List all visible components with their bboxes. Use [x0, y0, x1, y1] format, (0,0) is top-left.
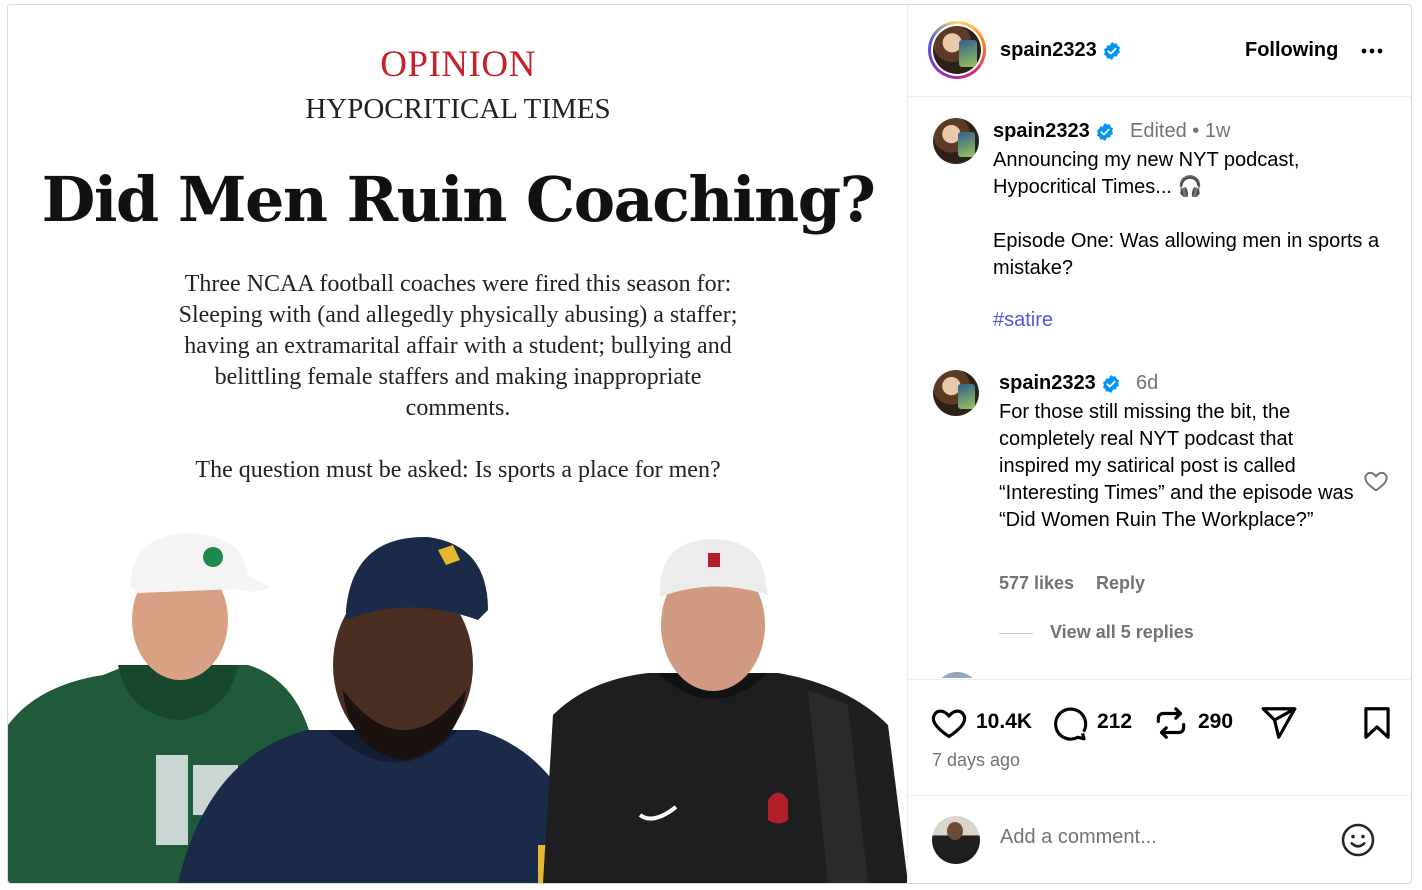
post-side-panel: spain2323 Following spain2323 Edited • 1…	[908, 5, 1411, 883]
author-username-text[interactable]: spain2323	[1000, 39, 1097, 61]
caption-text: Announcing my new NYT podcast, Hypocriti…	[993, 149, 1380, 279]
add-comment-bar	[908, 795, 1411, 883]
section-title: HYPOCRITICAL TIMES	[305, 93, 611, 125]
comment-username-text[interactable]: spain2323	[999, 372, 1096, 394]
headline: Did Men Ruin Coaching?	[41, 163, 876, 236]
view-replies-button[interactable]: View all 5 replies	[1050, 622, 1194, 643]
body-copy: Three NCAA football coaches were fired t…	[178, 271, 738, 421]
replies-divider	[999, 633, 1033, 634]
comment-bubble-icon[interactable]	[1051, 704, 1089, 742]
author-username[interactable]: spain2323	[1000, 39, 1122, 62]
caption-meta: Edited • 1w	[1130, 120, 1231, 142]
opinion-label: OPINION	[380, 44, 536, 85]
comment-text: For those still missing the bit, the com…	[999, 401, 1354, 531]
hashtag-link[interactable]: #satire	[993, 309, 1053, 332]
share-send-icon[interactable]	[1260, 704, 1298, 742]
comment-username[interactable]: spain2323	[999, 372, 1121, 395]
comment-reply-button[interactable]: Reply	[1096, 573, 1145, 594]
caption-avatar[interactable]	[933, 118, 979, 164]
emoji-picker-icon[interactable]	[1340, 822, 1376, 858]
caption-username-text[interactable]: spain2323	[993, 120, 1090, 142]
posted-time[interactable]: 7 days ago	[932, 750, 1020, 771]
following-button[interactable]: Following	[1245, 39, 1338, 62]
post-image[interactable]: OPINION HYPOCRITICAL TIMES Did Men Ruin …	[8, 5, 908, 883]
coaches-photo	[8, 533, 907, 883]
repost-icon[interactable]	[1152, 704, 1190, 742]
author-avatar-story-ring[interactable]	[928, 21, 986, 79]
caption-username[interactable]: spain2323	[993, 120, 1115, 143]
post-header: spain2323 Following	[908, 5, 1411, 97]
next-comment-avatar[interactable]	[934, 672, 980, 678]
add-comment-input[interactable]	[1000, 826, 1320, 849]
post-frame: OPINION HYPOCRITICAL TIMES Did Men Ruin …	[7, 4, 1412, 884]
more-options-icon[interactable]	[1358, 35, 1386, 63]
post-actions: 10.4K 212 290 7 days ago	[908, 679, 1411, 779]
comment-avatar[interactable]	[933, 370, 979, 416]
repost-count[interactable]: 290	[1198, 710, 1233, 734]
like-heart-icon[interactable]	[930, 704, 968, 742]
current-user-avatar	[932, 816, 980, 864]
comment-like-heart-icon[interactable]	[1363, 468, 1389, 494]
save-bookmark-icon[interactable]	[1358, 704, 1396, 742]
comment-time: 6d	[1136, 372, 1159, 394]
verified-badge-icon	[1097, 122, 1114, 141]
question-text: The question must be asked: Is sports a …	[195, 457, 721, 483]
avatar	[933, 26, 981, 74]
verified-badge-icon	[1103, 374, 1120, 393]
comment-count[interactable]: 212	[1097, 710, 1132, 734]
right-coach-figure	[543, 539, 907, 883]
verified-badge-icon	[1104, 41, 1121, 60]
comment-likes-count[interactable]: 577 likes	[999, 573, 1074, 594]
like-count[interactable]: 10.4K	[976, 710, 1032, 734]
comments-list[interactable]: spain2323 Edited • 1w Announcing my new …	[908, 98, 1411, 678]
